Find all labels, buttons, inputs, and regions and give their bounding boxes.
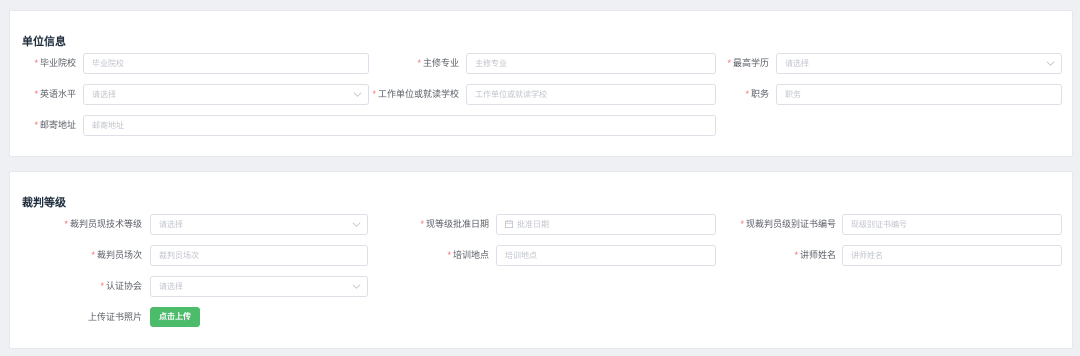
approval-date-label: * 现等级批准日期 xyxy=(420,219,489,229)
tech-level-placeholder: 请选择 xyxy=(159,220,183,229)
referee-row-4: 上传证书照片 点击上传 xyxy=(10,307,1072,328)
referee-row-3: * 认证协会 请选择 xyxy=(10,276,1072,297)
referee-level-panel: 裁判等级 * 裁判员现技术等级 请选择 * 现等级批准日期 批准日期 * 现裁判员级别… xyxy=(9,171,1073,349)
required-mark: * xyxy=(91,250,95,260)
association-select[interactable]: 请选择 xyxy=(150,276,368,297)
referee-row-1: * 裁判员现技术等级 请选择 * 现等级批准日期 批准日期 * 现裁判员级别证书编号 … xyxy=(10,214,1072,235)
lecturer-placeholder: 讲师姓名 xyxy=(851,251,883,260)
required-mark: * xyxy=(447,250,451,260)
approval-date-picker[interactable]: 批准日期 xyxy=(496,214,716,235)
required-mark: * xyxy=(417,58,421,68)
unit-row-2: * 英语水平 请选择 * 工作单位或就读学校 工作单位或就读学校 * 职务 职务 xyxy=(10,84,1072,105)
sessions-input[interactable]: 裁判员场次 xyxy=(150,245,368,266)
sessions-label: * 裁判员场次 xyxy=(91,250,142,260)
tech-level-select[interactable]: 请选择 xyxy=(150,214,368,235)
required-mark: * xyxy=(745,89,749,99)
workplace-placeholder: 工作单位或就读学校 xyxy=(475,90,547,99)
major-input[interactable]: 主修专业 xyxy=(466,53,716,74)
education-select[interactable]: 请选择 xyxy=(776,53,1062,74)
required-mark: * xyxy=(34,120,38,130)
position-label: * 职务 xyxy=(745,89,769,99)
major-label: * 主修专业 xyxy=(417,58,459,68)
english-placeholder: 请选择 xyxy=(92,90,116,99)
chevron-down-icon xyxy=(353,92,362,97)
training-place-placeholder: 培训地点 xyxy=(505,251,537,260)
lecturer-input[interactable]: 讲师姓名 xyxy=(842,245,1062,266)
chevron-down-icon xyxy=(1046,61,1055,66)
english-label: * 英语水平 xyxy=(34,89,76,99)
referee-level-title: 裁判等级 xyxy=(22,197,66,209)
calendar-icon xyxy=(505,220,513,228)
required-mark: * xyxy=(420,219,424,229)
required-mark: * xyxy=(64,219,68,229)
cert-no-placeholder: 现级别证书编号 xyxy=(851,220,907,229)
required-mark: * xyxy=(34,89,38,99)
school-input[interactable]: 毕业院校 xyxy=(83,53,369,74)
unit-row-1: * 毕业院校 毕业院校 * 主修专业 主修专业 * 最高学历 请选择 xyxy=(10,53,1072,74)
training-place-input[interactable]: 培训地点 xyxy=(496,245,716,266)
chevron-down-icon xyxy=(352,222,361,227)
unit-info-panel: 单位信息 * 毕业院校 毕业院校 * 主修专业 主修专业 * 最高学历 请选择 * 英语… xyxy=(9,10,1073,157)
referee-row-2: * 裁判员场次 裁判员场次 * 培训地点 培训地点 * 讲师姓名 讲师姓名 xyxy=(10,245,1072,266)
required-mark: * xyxy=(34,58,38,68)
association-placeholder: 请选择 xyxy=(159,282,183,291)
required-mark: * xyxy=(372,89,376,99)
lecturer-label: * 讲师姓名 xyxy=(794,250,836,260)
address-placeholder: 邮寄地址 xyxy=(92,121,124,130)
required-mark: * xyxy=(740,219,744,229)
workplace-input[interactable]: 工作单位或就读学校 xyxy=(466,84,716,105)
unit-info-title: 单位信息 xyxy=(22,36,66,48)
position-input[interactable]: 职务 xyxy=(776,84,1062,105)
sessions-placeholder: 裁判员场次 xyxy=(159,251,199,260)
approval-date-placeholder: 批准日期 xyxy=(517,220,549,229)
position-placeholder: 职务 xyxy=(785,90,801,99)
association-label: * 认证协会 xyxy=(100,281,142,291)
unit-row-3: * 邮寄地址 邮寄地址 xyxy=(10,115,1072,136)
required-mark: * xyxy=(794,250,798,260)
major-placeholder: 主修专业 xyxy=(475,59,507,68)
upload-button[interactable]: 点击上传 xyxy=(150,307,200,327)
english-select[interactable]: 请选择 xyxy=(83,84,369,105)
address-input[interactable]: 邮寄地址 xyxy=(83,115,716,136)
address-label: * 邮寄地址 xyxy=(34,120,76,130)
workplace-label: * 工作单位或就读学校 xyxy=(372,89,459,99)
training-place-label: * 培训地点 xyxy=(447,250,489,260)
cert-no-label: * 现裁判员级别证书编号 xyxy=(740,219,836,229)
chevron-down-icon xyxy=(352,284,361,289)
school-label: * 毕业院校 xyxy=(34,58,76,68)
school-placeholder: 毕业院校 xyxy=(92,59,124,68)
required-mark: * xyxy=(727,58,731,68)
upload-label: 上传证书照片 xyxy=(87,312,142,322)
tech-level-label: * 裁判员现技术等级 xyxy=(64,219,142,229)
education-placeholder: 请选择 xyxy=(785,59,809,68)
required-mark: * xyxy=(100,281,104,291)
education-label: * 最高学历 xyxy=(727,58,769,68)
cert-no-input[interactable]: 现级别证书编号 xyxy=(842,214,1062,235)
